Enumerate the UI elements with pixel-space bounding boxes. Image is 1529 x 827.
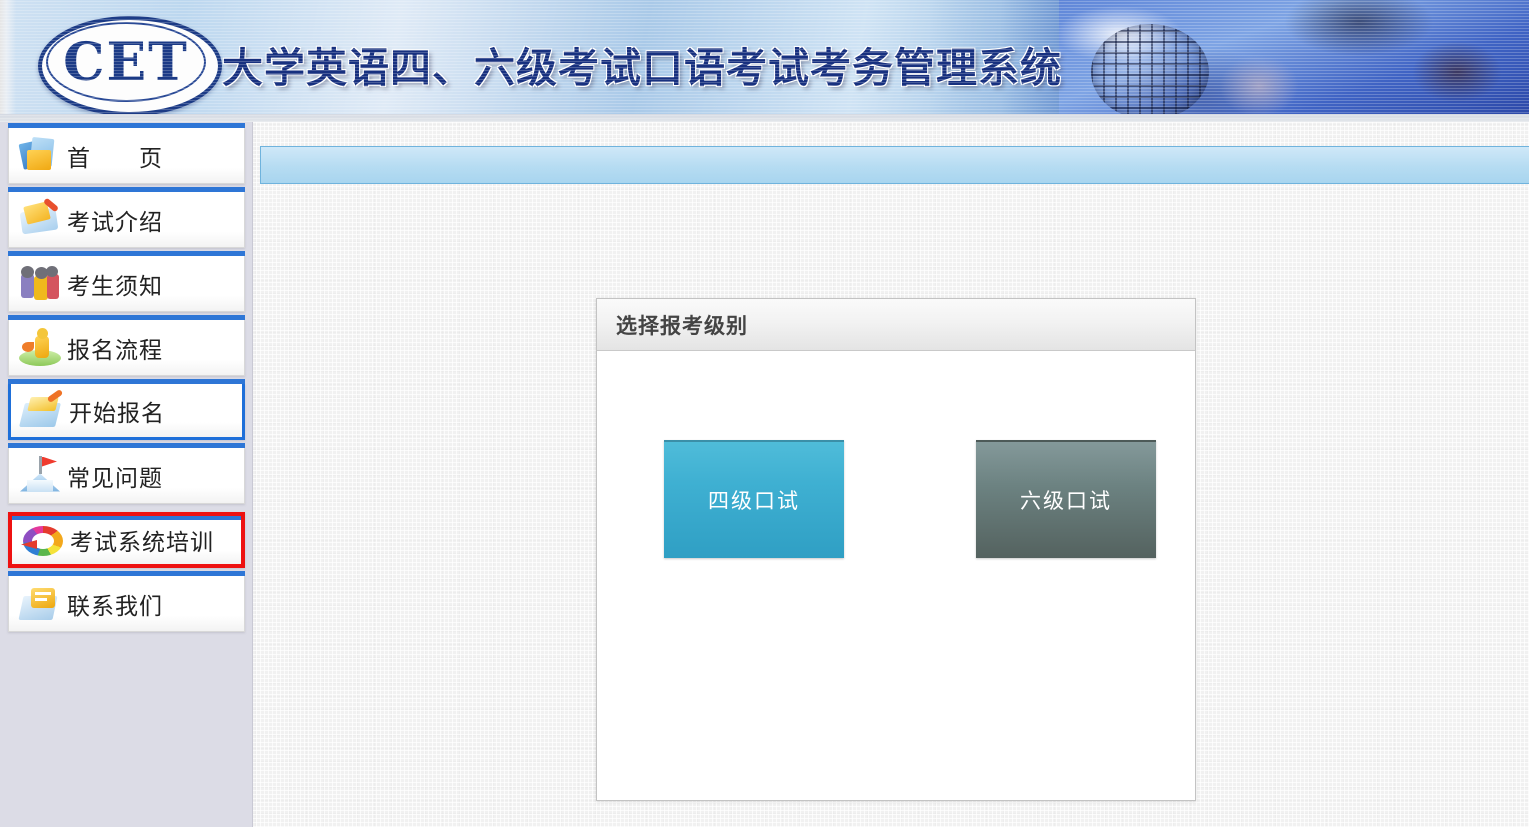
sidebar-item-label: 考试介绍	[67, 203, 163, 237]
panel-body: 四级口试 六级口试	[597, 351, 1195, 800]
banner-left-edge	[0, 0, 16, 122]
panel-title: 选择报考级别	[616, 310, 748, 340]
sidebar-item-label: 常见问题	[67, 459, 163, 493]
book-pen-icon	[15, 198, 67, 242]
app-root: CET 大学英语四、六级考试口语考试考务管理系统 首 页 考试介绍	[0, 0, 1529, 827]
sidebar-item-start-registration[interactable]: 开始报名	[8, 384, 245, 440]
cet-oval-logo: CET	[38, 16, 214, 108]
sidebar-item-label: 考生须知	[67, 267, 163, 301]
site-banner: CET 大学英语四、六级考试口语考试考务管理系统	[0, 0, 1529, 122]
cet6-oral-button[interactable]: 六级口试	[976, 440, 1156, 558]
menu-item-topbar	[8, 315, 245, 320]
main-content: 选择报考级别 四级口试 六级口试	[253, 122, 1529, 827]
sidebar-item-exam-intro[interactable]: 考试介绍	[8, 192, 245, 248]
globe-sculpture-icon	[1091, 24, 1209, 120]
faq-icon	[15, 454, 67, 498]
palette-icon	[18, 518, 70, 562]
flow-icon	[15, 326, 67, 370]
sidebar-item-contact-us[interactable]: 联系我们	[8, 576, 245, 632]
menu-item-topbar	[8, 251, 245, 256]
cet4-oral-button[interactable]: 四级口试	[664, 440, 844, 558]
menu-item-topbar	[8, 187, 245, 192]
home-icon	[15, 134, 67, 178]
sidebar-item-system-training[interactable]: 考试系统培训	[8, 512, 245, 568]
sidebar-item-label: 联系我们	[67, 587, 163, 621]
sidebar-item-label: 开始报名	[69, 394, 165, 428]
contact-icon	[15, 582, 67, 626]
sidebar-item-label: 考试系统培训	[70, 523, 214, 557]
sidebar-item-registration-flow[interactable]: 报名流程	[8, 320, 245, 376]
register-icon	[17, 389, 69, 433]
sidebar-item-candidate-notice[interactable]: 考生须知	[8, 256, 245, 312]
sidebar-item-label: 报名流程	[67, 331, 163, 365]
sidebar-item-faq[interactable]: 常见问题	[8, 448, 245, 504]
menu-item-topbar	[8, 123, 245, 128]
site-title: 大学英语四、六级考试口语考试考务管理系统	[222, 34, 1062, 94]
sidebar: 首 页 考试介绍 考生须知 报名	[0, 122, 253, 827]
sidebar-item-label: 首 页	[67, 139, 163, 173]
people-icon	[15, 262, 67, 306]
banner-bottom-strip	[0, 114, 1529, 122]
level-selection-panel: 选择报考级别 四级口试 六级口试	[596, 298, 1196, 801]
menu-item-topbar	[8, 571, 245, 576]
content-topbar	[260, 146, 1529, 184]
sidebar-menu: 首 页 考试介绍 考生须知 报名	[8, 128, 245, 640]
sidebar-item-home[interactable]: 首 页	[8, 128, 245, 184]
menu-item-topbar	[8, 443, 245, 448]
panel-header: 选择报考级别	[597, 299, 1195, 351]
logo-text: CET	[38, 16, 214, 108]
menu-item-topbar	[8, 379, 245, 384]
